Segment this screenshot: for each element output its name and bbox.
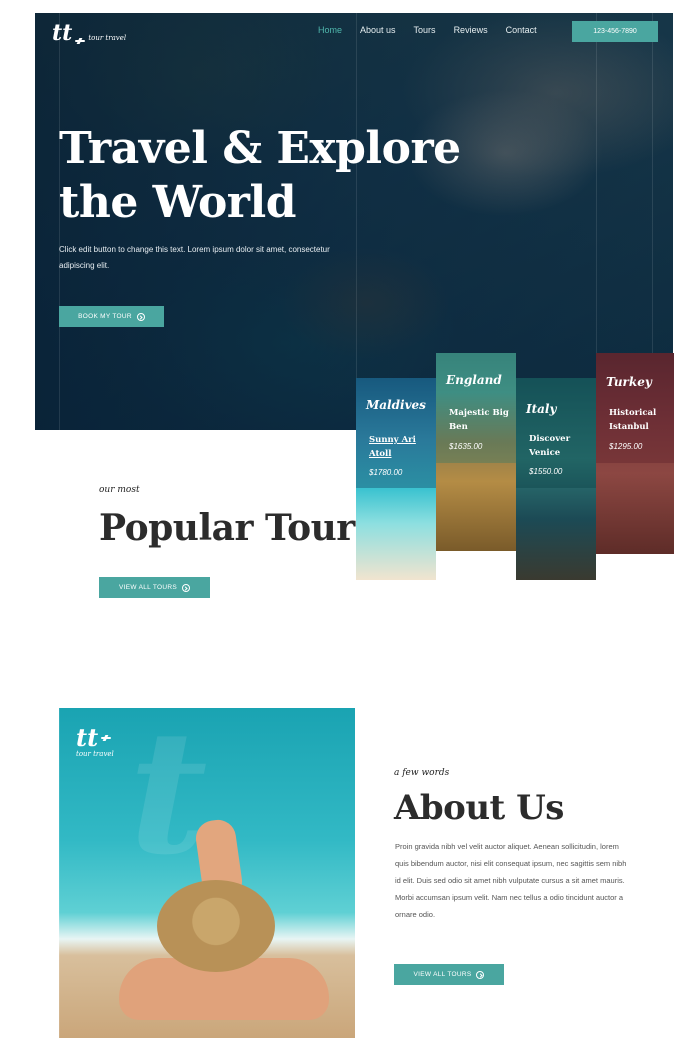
nav-tours[interactable]: Tours bbox=[414, 25, 436, 35]
tour-card-england[interactable]: England Majestic Big Ben $1635.00 bbox=[436, 353, 516, 551]
view-all-tours-button[interactable]: VIEW ALL TOURS bbox=[99, 577, 210, 598]
about-body: Proin gravida nibh vel velit auctor aliq… bbox=[395, 842, 627, 919]
tour-country: Italy bbox=[526, 402, 557, 416]
about-view-all-tours-button[interactable]: VIEW ALL TOURS bbox=[394, 964, 504, 985]
tour-country: Maldives bbox=[366, 398, 426, 412]
nav-home[interactable]: Home bbox=[318, 25, 342, 35]
view-all-tours-label: VIEW ALL TOURS bbox=[413, 971, 472, 978]
popular-heading: Popular Tours bbox=[99, 507, 375, 549]
tour-name[interactable]: Discover Venice bbox=[529, 432, 591, 460]
tour-card-italy[interactable]: Italy Discover Venice $1550.00 bbox=[516, 378, 596, 580]
view-all-tours-label: VIEW ALL TOURS bbox=[119, 584, 177, 591]
nav-reviews[interactable]: Reviews bbox=[454, 25, 488, 35]
logo-watermark: t bbox=[129, 708, 208, 893]
photo-sun-hat bbox=[157, 880, 275, 972]
hero-title-line2: the World bbox=[59, 177, 296, 228]
tour-price: $1550.00 bbox=[529, 467, 563, 476]
arrow-circle-icon bbox=[476, 970, 485, 979]
nav-about[interactable]: About us bbox=[360, 25, 396, 35]
tour-price: $1295.00 bbox=[609, 442, 643, 451]
tour-country: Turkey bbox=[606, 375, 652, 389]
logo-tagline: tour travel bbox=[88, 34, 127, 42]
tour-price: $1635.00 bbox=[449, 442, 483, 451]
tour-name[interactable]: Sunny Ari Atoll bbox=[369, 433, 431, 461]
photo-logo: tt tour travel bbox=[76, 723, 114, 759]
main-nav: Home About us Tours Reviews Contact bbox=[318, 25, 555, 35]
arrow-circle-icon bbox=[181, 583, 190, 592]
tour-card-turkey[interactable]: Turkey Historical Istanbul $1295.00 bbox=[596, 353, 674, 554]
hero-title-line1: Travel & Explore bbox=[59, 123, 461, 174]
logo-mark: tt bbox=[52, 20, 73, 46]
tour-country: England bbox=[446, 373, 502, 387]
tour-name[interactable]: Majestic Big Ben bbox=[449, 406, 511, 434]
hero-subtitle: Click edit button to change this text. L… bbox=[59, 245, 330, 270]
popular-kicker: our most bbox=[99, 485, 140, 495]
phone-button[interactable]: 123-456-7890 bbox=[572, 21, 658, 42]
site-logo[interactable]: tt tour travel bbox=[52, 22, 126, 44]
nav-contact[interactable]: Contact bbox=[506, 25, 537, 35]
tour-card-maldives[interactable]: Maldives Sunny Ari Atoll $1780.00 bbox=[356, 378, 436, 580]
arrow-circle-icon bbox=[136, 312, 145, 321]
photo-logo-mark: tt bbox=[76, 723, 99, 752]
plane-icon bbox=[101, 735, 112, 741]
about-photo: t tt tour travel bbox=[59, 708, 355, 1038]
tour-name[interactable]: Historical Istanbul bbox=[609, 406, 671, 434]
about-heading: About Us bbox=[394, 788, 564, 828]
plane-icon bbox=[75, 38, 86, 44]
tour-price: $1780.00 bbox=[369, 468, 403, 477]
book-tour-button[interactable]: BOOK MY TOUR bbox=[59, 306, 164, 327]
photo-logo-tagline: tour travel bbox=[76, 750, 114, 758]
about-kicker: a few words bbox=[394, 768, 450, 778]
hero-title: Travel & Explore the World bbox=[59, 122, 461, 230]
book-tour-label: BOOK MY TOUR bbox=[78, 313, 132, 320]
